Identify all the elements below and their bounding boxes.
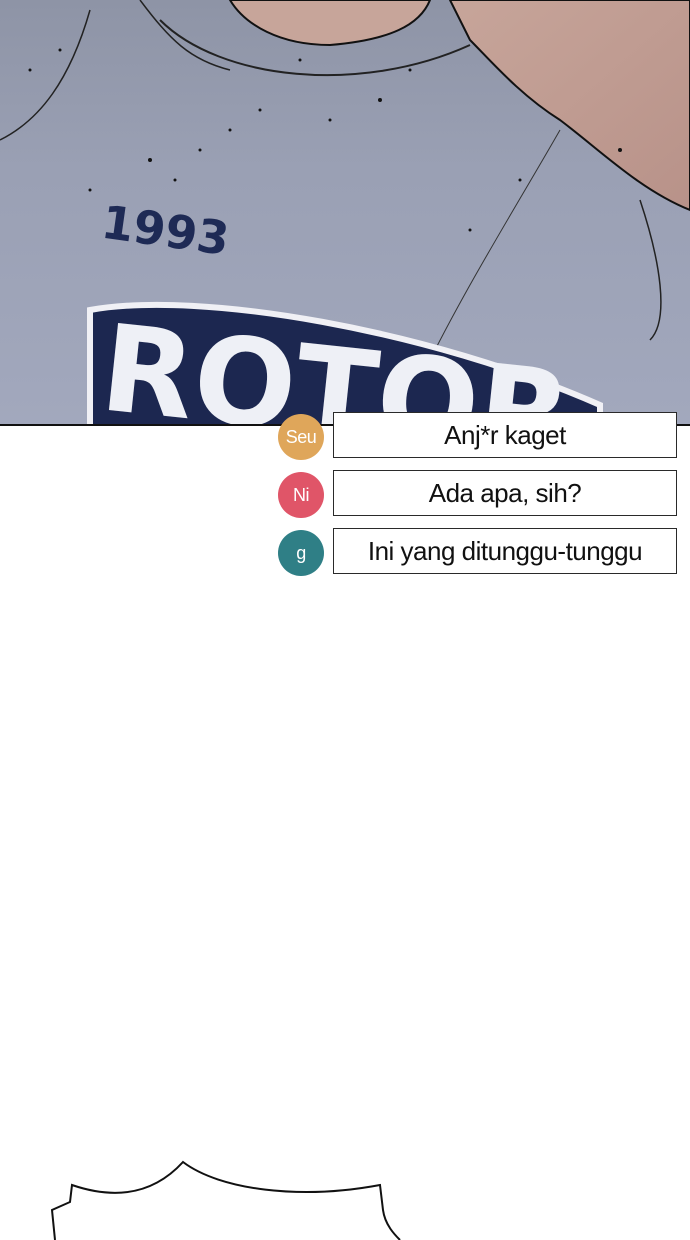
avatar[interactable]: Ni [278, 472, 324, 518]
comment-bubble: Ini yang ditunggu-tunggu [333, 528, 677, 574]
comment-row: Seu Anj*r kaget [278, 412, 680, 460]
shirt-logo-text: ROTOR [95, 300, 578, 424]
avatar[interactable]: Seu [278, 414, 324, 460]
avatar[interactable]: g [278, 530, 324, 576]
comment-row: g Ini yang ditunggu-tunggu [278, 528, 680, 576]
comment-row: Ni Ada apa, sih? [278, 470, 680, 518]
shirt-number-text: 1993 [98, 195, 232, 266]
comment-bubble: Ada apa, sih? [333, 470, 677, 516]
comic-panel-illustration: 1993 ROTOR [0, 0, 690, 426]
speech-bubble-outline [50, 1160, 401, 1240]
comment-bubble: Anj*r kaget [333, 412, 677, 458]
shirt-illustration: 1993 ROTOR [0, 0, 690, 424]
